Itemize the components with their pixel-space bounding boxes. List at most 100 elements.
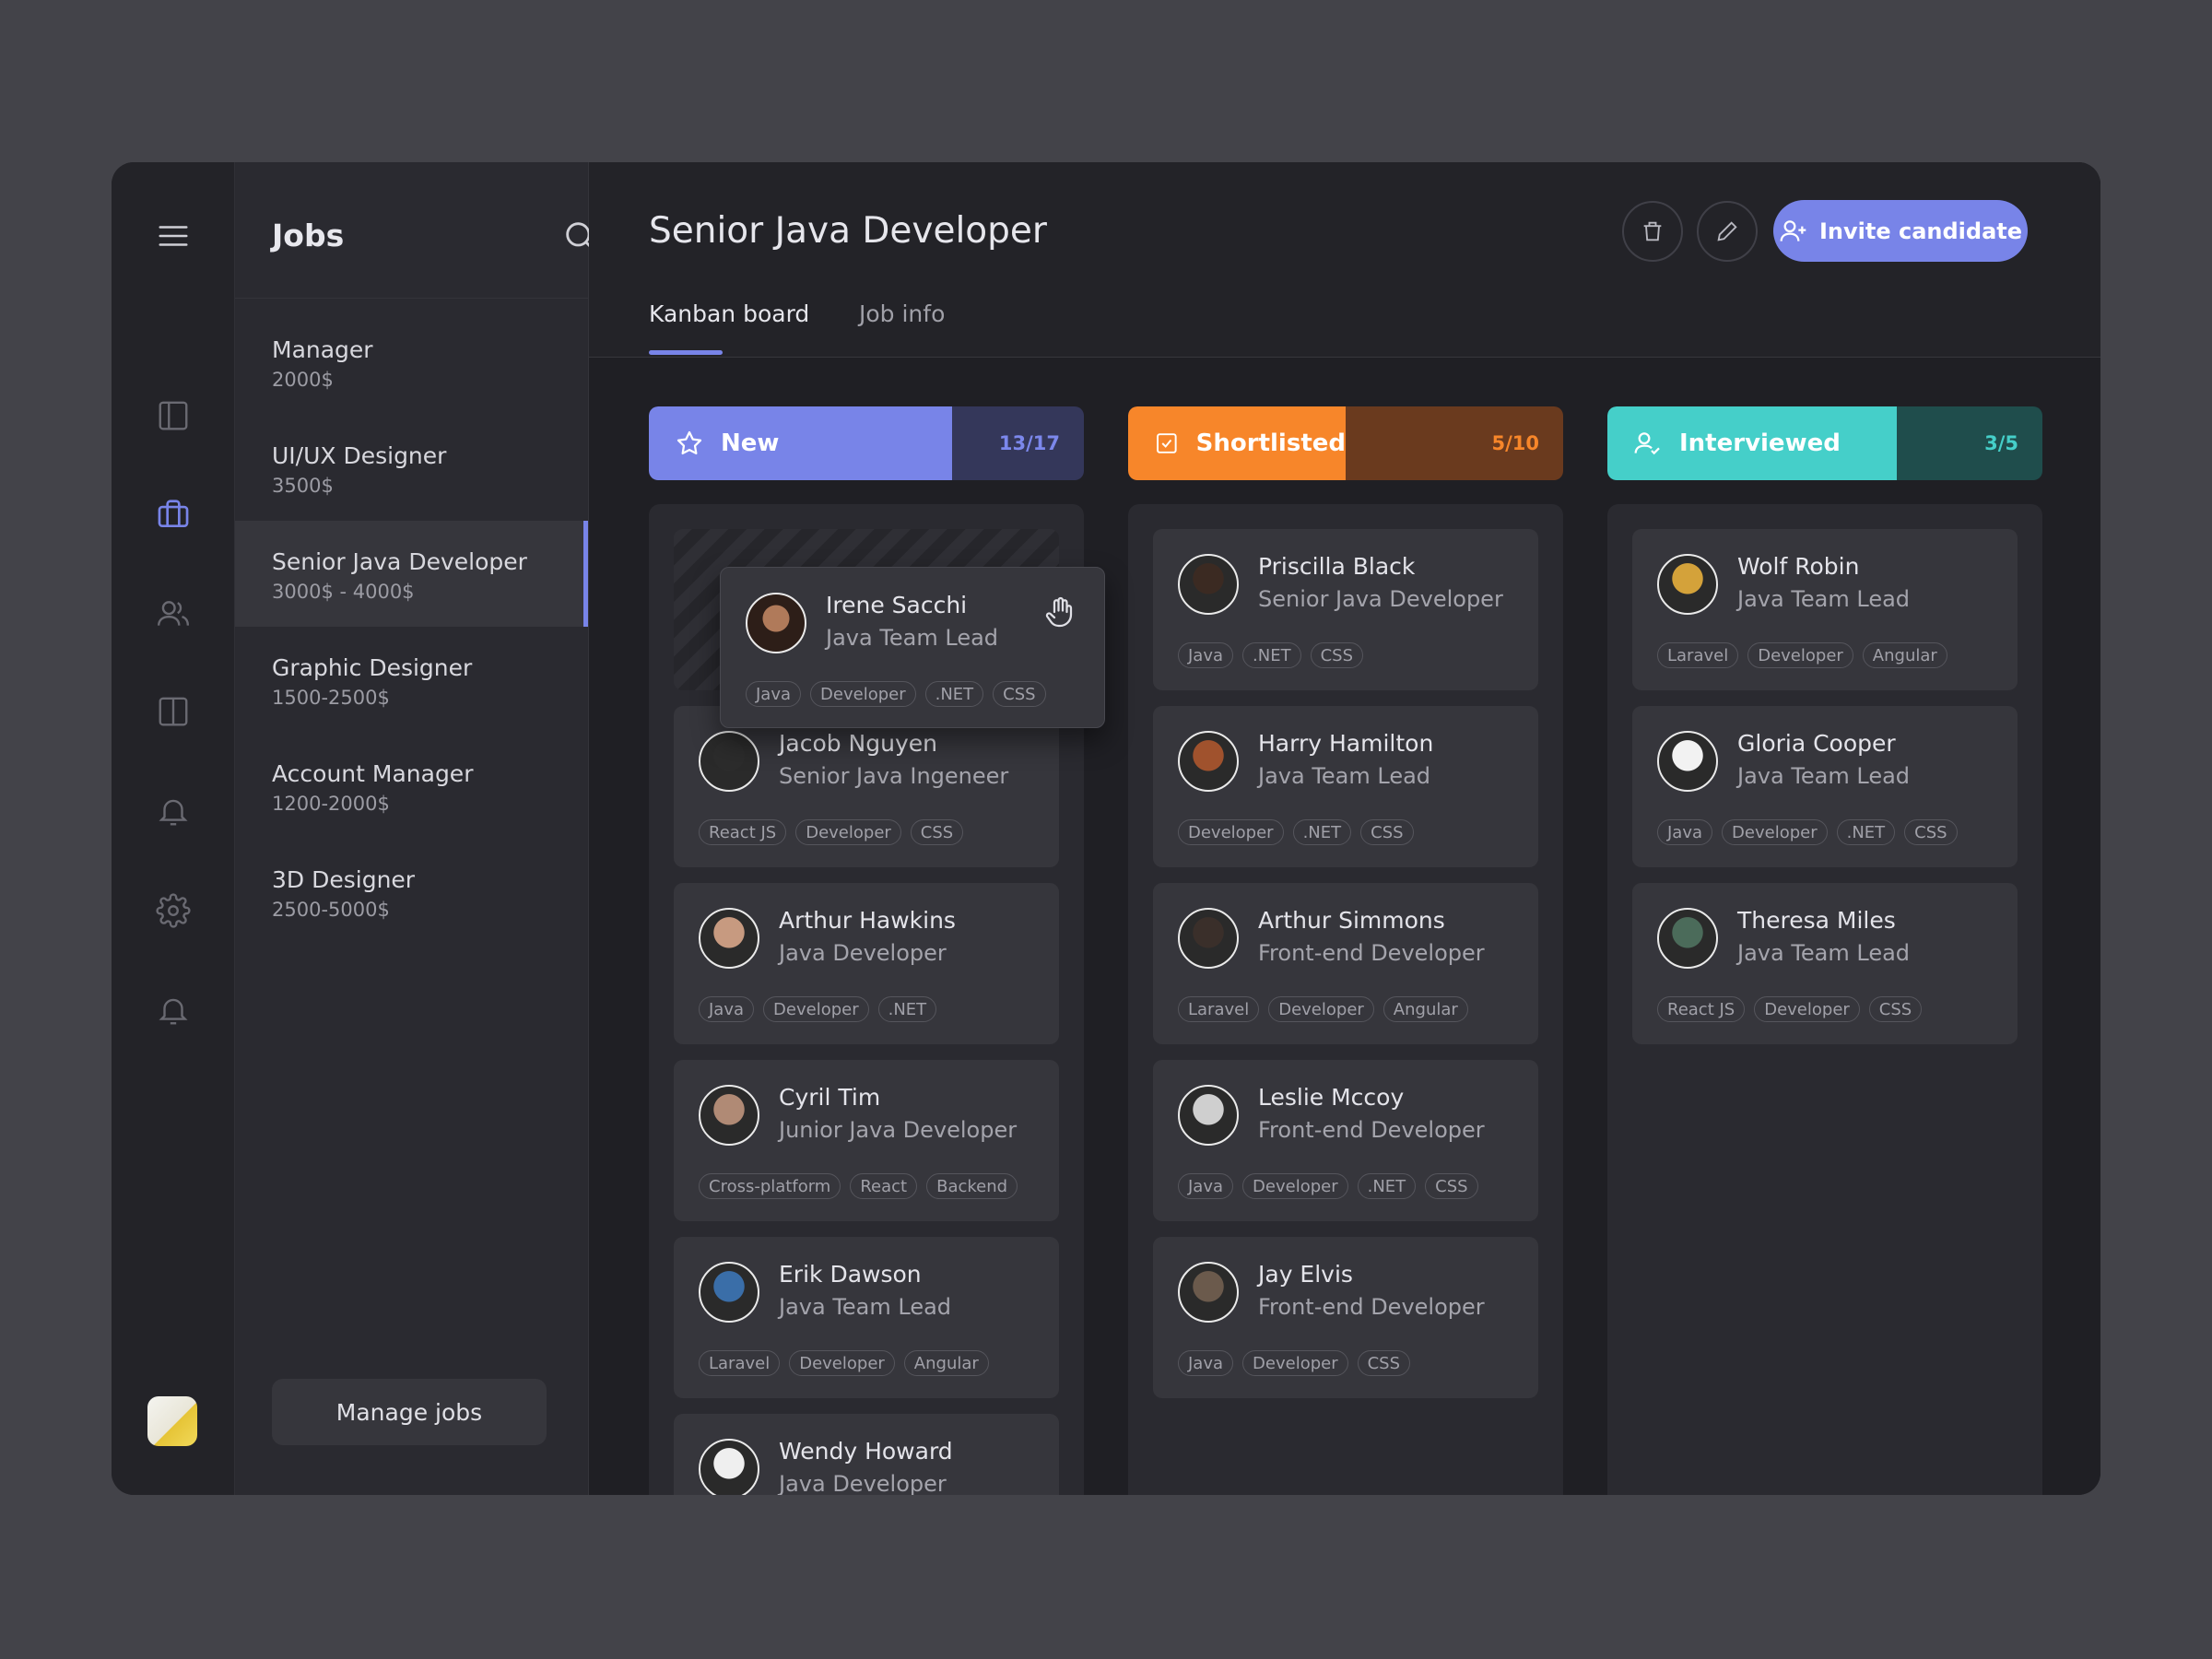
candidate-card[interactable]: Gloria Cooper Java Team Lead Java Develop… bbox=[1632, 706, 2018, 867]
pencil-icon bbox=[1717, 221, 1737, 241]
tab-job-info[interactable]: Job info bbox=[859, 300, 945, 327]
gear-icon[interactable] bbox=[155, 892, 192, 929]
tag-list: Java Developer CSS bbox=[1178, 1350, 1411, 1376]
candidate-role: Front-end Developer bbox=[1258, 940, 1485, 966]
candidate-role: Java Team Lead bbox=[1737, 763, 1911, 789]
job-name: Manager bbox=[272, 336, 373, 363]
avatar bbox=[699, 731, 759, 792]
tag-list: Cross-platform React Backend bbox=[699, 1173, 1018, 1199]
column-header[interactable]: New 13/17 bbox=[649, 406, 1084, 480]
column-header[interactable]: Interviewed 3/5 bbox=[1607, 406, 2042, 480]
bell-icon[interactable] bbox=[155, 793, 192, 830]
skill-tag: .NET bbox=[1357, 1173, 1417, 1199]
user-avatar[interactable] bbox=[147, 1396, 197, 1446]
bell-icon[interactable] bbox=[155, 992, 192, 1029]
avatar bbox=[699, 1262, 759, 1323]
tag-list: Laravel Developer Angular bbox=[1178, 996, 1468, 1022]
skill-tag: Java bbox=[1178, 642, 1234, 668]
job-item[interactable]: Senior Java Developer 3000$ - 4000$ bbox=[235, 521, 588, 627]
candidate-name: Wolf Robin bbox=[1737, 553, 1860, 580]
skill-tag: Developer bbox=[1722, 819, 1828, 845]
panel-icon[interactable] bbox=[155, 397, 192, 434]
job-item[interactable]: Manager 2000$ bbox=[235, 309, 588, 415]
tag-list: Java Developer .NET CSS bbox=[746, 681, 1046, 707]
column-header[interactable]: Shortlisted 5/10 bbox=[1128, 406, 1563, 480]
candidate-card[interactable]: Arthur Simmons Front-end Developer Larav… bbox=[1153, 883, 1538, 1044]
candidate-card[interactable]: Theresa Miles Java Team Lead React JS Dev… bbox=[1632, 883, 2018, 1044]
candidate-card[interactable]: Erik Dawson Java Team Lead Laravel Develo… bbox=[674, 1237, 1059, 1398]
candidate-name: Irene Sacchi bbox=[826, 592, 968, 618]
skill-tag: Java bbox=[1657, 819, 1713, 845]
tab-kanban-board[interactable]: Kanban board bbox=[649, 300, 809, 327]
skill-tag: Laravel bbox=[1178, 996, 1260, 1022]
job-item[interactable]: 3D Designer 2500-5000$ bbox=[235, 839, 588, 945]
tag-list: Java Developer .NET CSS bbox=[1178, 1173, 1478, 1199]
candidate-name: Jay Elvis bbox=[1258, 1261, 1353, 1288]
skill-tag: Developer bbox=[1747, 642, 1853, 668]
jobs-header: Jobs bbox=[235, 162, 670, 299]
candidate-name: Harry Hamilton bbox=[1258, 730, 1434, 757]
candidate-card[interactable]: Arthur Hawkins Java Developer Java Develo… bbox=[674, 883, 1059, 1044]
skill-tag: React JS bbox=[1657, 996, 1746, 1022]
candidate-card[interactable]: Priscilla Black Senior Java Developer Ja… bbox=[1153, 529, 1538, 690]
dragging-card[interactable]: Irene Sacchi Java Team Lead Java Develope… bbox=[720, 567, 1105, 728]
main-area: Senior Java Developer Invite candidate K… bbox=[589, 162, 2100, 1495]
skill-tag: .NET bbox=[1292, 819, 1352, 845]
candidate-role: Java Team Lead bbox=[1737, 940, 1911, 966]
invite-candidate-button[interactable]: Invite candidate bbox=[1773, 200, 2028, 262]
grab-hand-icon bbox=[1045, 596, 1073, 628]
skill-tag: Developer bbox=[789, 1350, 895, 1376]
jobs-title: Jobs bbox=[272, 218, 345, 253]
candidate-card[interactable]: Jay Elvis Front-end Developer Java Develo… bbox=[1153, 1237, 1538, 1398]
avatar bbox=[746, 593, 806, 653]
job-item[interactable]: Graphic Designer 1500-2500$ bbox=[235, 627, 588, 733]
skill-tag: Angular bbox=[1862, 642, 1947, 668]
skill-tag: React bbox=[850, 1173, 918, 1199]
add-user-icon bbox=[1780, 219, 1806, 241]
delete-button[interactable] bbox=[1622, 201, 1683, 262]
skill-tag: CSS bbox=[1310, 642, 1364, 668]
column-label-chip: Shortlisted bbox=[1128, 406, 1346, 480]
candidate-card[interactable]: Wolf Robin Java Team Lead Laravel Develop… bbox=[1632, 529, 2018, 690]
candidate-card[interactable]: Harry Hamilton Java Team Lead Developer.… bbox=[1153, 706, 1538, 867]
candidate-name: Erik Dawson bbox=[779, 1261, 922, 1288]
skill-tag: Developer bbox=[1242, 1173, 1348, 1199]
menu-icon[interactable] bbox=[155, 218, 192, 254]
job-item[interactable]: UI/UX Designer 3500$ bbox=[235, 415, 588, 521]
avatar bbox=[1657, 908, 1718, 969]
tag-list: React JS Developer CSS bbox=[699, 819, 964, 845]
edit-button[interactable] bbox=[1697, 201, 1758, 262]
avatar bbox=[1178, 731, 1239, 792]
candidate-card[interactable]: Leslie Mccoy Front-end Developer Java Dev… bbox=[1153, 1060, 1538, 1221]
avatar bbox=[699, 908, 759, 969]
users-icon[interactable] bbox=[155, 595, 192, 632]
skill-tag: Laravel bbox=[1657, 642, 1739, 668]
candidate-name: Cyril Tim bbox=[779, 1084, 881, 1111]
active-tab-indicator bbox=[649, 350, 723, 355]
job-item[interactable]: Account Manager 1200-2000$ bbox=[235, 733, 588, 839]
column-body: Priscilla Black Senior Java Developer Ja… bbox=[1128, 504, 1563, 1495]
trash-icon bbox=[1643, 221, 1662, 241]
column-body: Wolf Robin Java Team Lead Laravel Develop… bbox=[1607, 504, 2042, 1495]
avatar bbox=[699, 1085, 759, 1146]
columns-icon[interactable] bbox=[155, 693, 192, 730]
candidate-role: Java Team Lead bbox=[1737, 586, 1911, 612]
job-salary: 1200-2000$ bbox=[272, 793, 390, 815]
manage-jobs-button[interactable]: Manage jobs bbox=[272, 1379, 547, 1445]
briefcase-icon[interactable] bbox=[155, 496, 192, 533]
job-name: UI/UX Designer bbox=[272, 442, 447, 469]
skill-tag: Developer bbox=[810, 681, 916, 707]
tag-list: Java Developer .NET CSS bbox=[1657, 819, 1958, 845]
candidate-role: Java Team Lead bbox=[779, 1294, 952, 1320]
candidate-card[interactable]: Wendy Howard Java Developer bbox=[674, 1414, 1059, 1495]
candidate-role: Front-end Developer bbox=[1258, 1117, 1485, 1143]
candidate-name: Arthur Simmons bbox=[1258, 907, 1445, 934]
avatar bbox=[1178, 1262, 1239, 1323]
jobs-panel: Jobs Manager 2000$ UI/UX Designer 3500$ Seni… bbox=[235, 162, 670, 1495]
candidate-name: Priscilla Black bbox=[1258, 553, 1416, 580]
candidate-card[interactable]: Jacob Nguyen Senior Java Ingeneer React … bbox=[674, 706, 1059, 867]
candidate-card[interactable]: Cyril Tim Junior Java Developer Cross-pl… bbox=[674, 1060, 1059, 1221]
skill-tag: CSS bbox=[1360, 819, 1414, 845]
candidate-role: Java Developer bbox=[779, 940, 947, 966]
page-title: Senior Java Developer bbox=[649, 210, 1047, 252]
